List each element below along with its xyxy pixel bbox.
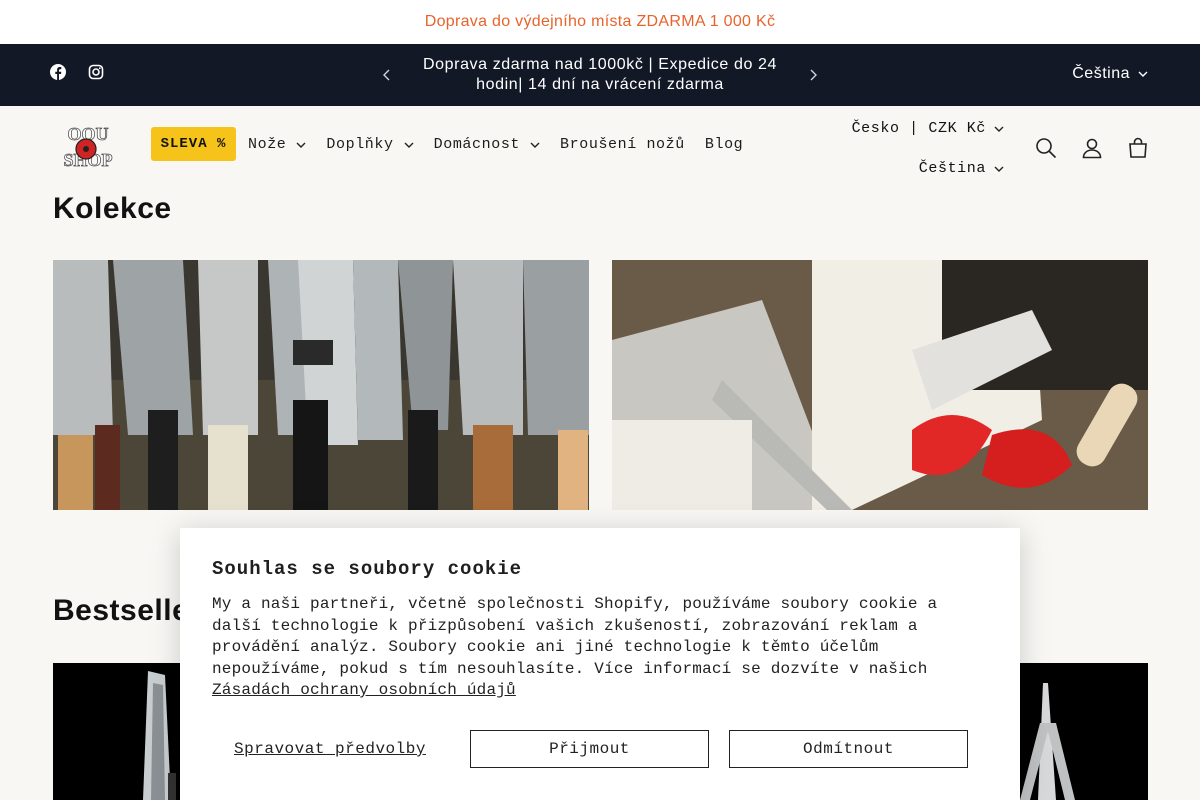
nav-item-label: Broušení nožů xyxy=(560,136,685,153)
promo-text: Doprava do výdejního místa ZDARMA 1 000 … xyxy=(424,13,776,30)
nav-item-domacnost[interactable]: Domácnost xyxy=(434,136,540,153)
site-logo[interactable]: OOU SHOP xyxy=(56,122,120,171)
header-icons xyxy=(1034,136,1150,160)
collection-card-accessories[interactable] xyxy=(612,260,1148,510)
nav-item-doplnky[interactable]: Doplňky xyxy=(326,136,414,153)
nav-item-label: Doplňky xyxy=(326,136,394,153)
cookie-body: My a naši partneři, včetně společnosti S… xyxy=(212,594,952,702)
knives-image xyxy=(53,260,589,510)
cookie-actions: Spravovat předvolby Přijmout Odmítnout xyxy=(212,730,968,768)
country-select[interactable]: Česko | CZK Kč xyxy=(852,120,1004,137)
account-icon[interactable] xyxy=(1080,136,1104,160)
nav-item-label: Blog xyxy=(704,136,744,153)
bestsellers-heading: Bestselle xyxy=(53,594,190,627)
nav-item-label: Domácnost xyxy=(433,136,521,153)
nav-item-label: Nože xyxy=(248,136,287,153)
announcement-slider: Doprava zdarma nad 1000kč | Expedice do … xyxy=(380,44,820,106)
main-nav: Nože Doplňky Domácnost Broušení nožů Blo… xyxy=(248,136,763,153)
facebook-icon[interactable] xyxy=(50,64,66,80)
chevron-down-icon xyxy=(994,126,1004,132)
announcement-bar: Doprava zdarma nad 1000kč | Expedice do … xyxy=(0,44,1200,106)
accept-button[interactable]: Přijmout xyxy=(470,730,709,768)
manage-preferences-link[interactable]: Spravovat předvolby xyxy=(212,740,448,758)
nav-item-brouseni[interactable]: Broušení nožů xyxy=(560,136,685,153)
search-icon[interactable] xyxy=(1034,136,1058,160)
country-label: Česko | CZK Kč xyxy=(851,120,986,137)
chevron-left-icon[interactable] xyxy=(380,68,394,82)
instagram-icon[interactable] xyxy=(88,64,104,80)
chevron-down-icon xyxy=(1138,71,1148,77)
site-header: OOU SHOP SLEVA % Nože Doplňky Domácnost … xyxy=(0,106,1200,190)
cookie-body-text: My a naši partneři, včetně společnosti S… xyxy=(212,595,938,678)
announcement-language-select[interactable]: Čeština xyxy=(1072,65,1148,83)
cookie-consent-dialog: Souhlas se soubory cookie My a naši part… xyxy=(180,528,1020,800)
language-label: Čeština xyxy=(918,160,986,177)
cookie-title: Souhlas se soubory cookie xyxy=(212,558,523,580)
promo-bar: Doprava do výdejního místa ZDARMA 1 000 … xyxy=(0,0,1200,44)
announcement-language-label: Čeština xyxy=(1072,65,1130,82)
social-links xyxy=(50,64,104,80)
collections-heading: Kolekce xyxy=(53,192,172,225)
chevron-right-icon[interactable] xyxy=(806,68,820,82)
accessories-image xyxy=(612,260,1148,510)
decline-button[interactable]: Odmítnout xyxy=(729,730,968,768)
chevron-down-icon xyxy=(994,166,1004,172)
privacy-policy-link[interactable]: Zásadách ochrany osobních údajů xyxy=(212,681,516,699)
nav-item-noze[interactable]: Nože xyxy=(248,136,306,153)
chevron-down-icon xyxy=(296,140,306,150)
sale-button[interactable]: SLEVA % xyxy=(151,127,236,161)
chevron-down-icon xyxy=(530,140,540,150)
chevron-down-icon xyxy=(404,140,414,150)
nav-item-blog[interactable]: Blog xyxy=(705,136,743,153)
cart-icon[interactable] xyxy=(1126,136,1150,160)
announcement-text: Doprava zdarma nad 1000kč | Expedice do … xyxy=(422,56,777,93)
collection-card-knives[interactable] xyxy=(53,260,589,510)
language-select[interactable]: Čeština xyxy=(919,160,1004,177)
